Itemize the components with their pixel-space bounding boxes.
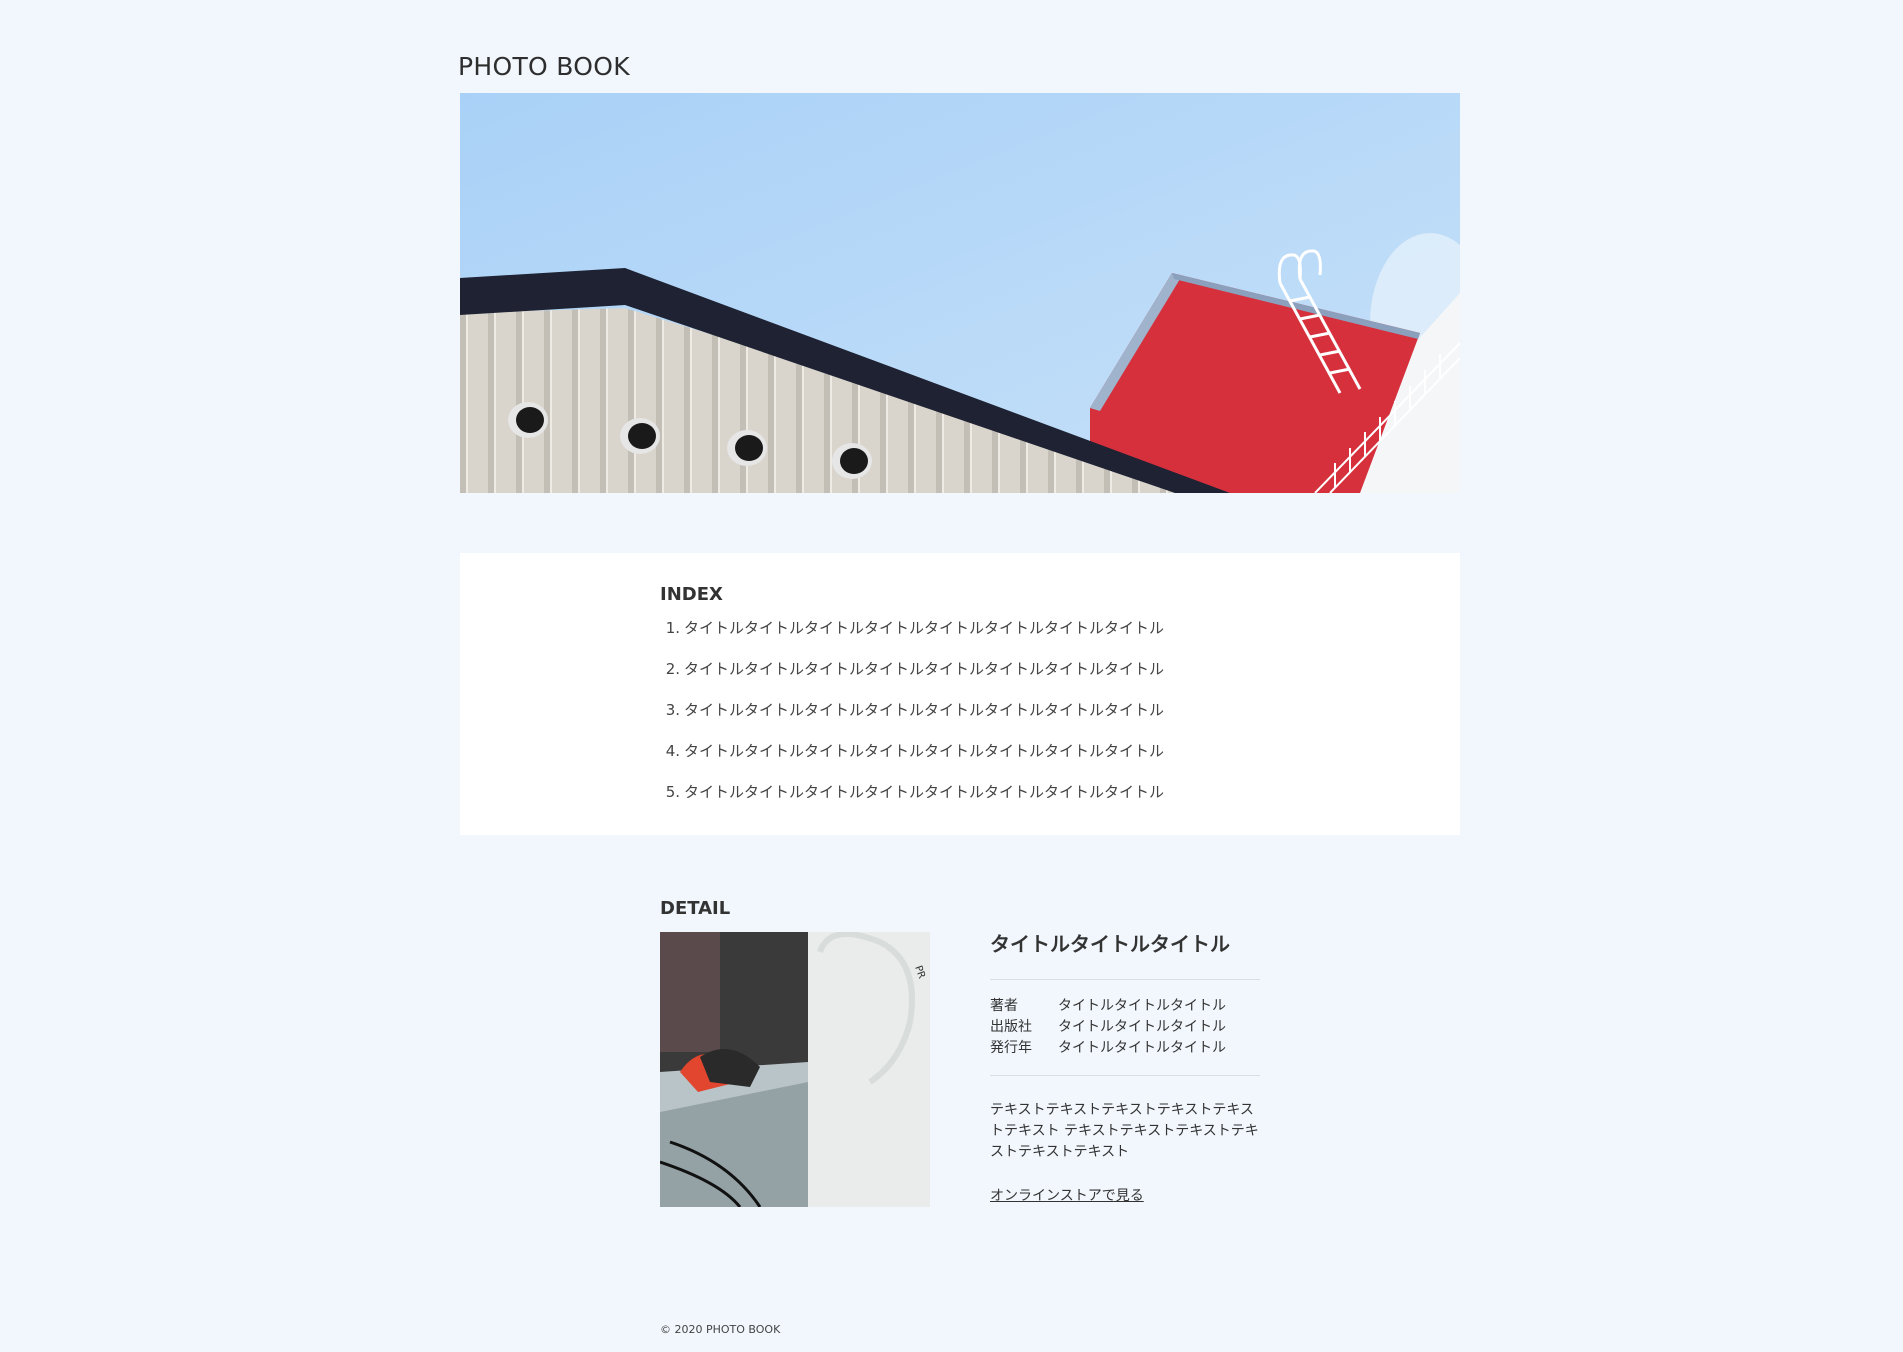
index-item-title: タイトルタイトルタイトルタイトルタイトルタイトルタイトルタイトル xyxy=(684,619,1165,637)
meta-value: タイトルタイトルタイトル xyxy=(1058,1040,1226,1056)
index-item-title: タイトルタイトルタイトルタイトルタイトルタイトルタイトルタイトル xyxy=(684,660,1165,678)
detail-heading: DETAIL xyxy=(660,898,731,919)
meta-row-publisher: 出版社 タイトルタイトルタイトル xyxy=(990,1017,1226,1038)
meta-value: タイトルタイトルタイトル xyxy=(1058,998,1226,1014)
meta-label: 著者 xyxy=(990,998,1018,1014)
index-item[interactable]: 2. タイトルタイトルタイトルタイトルタイトルタイトルタイトルタイトル xyxy=(660,660,1164,701)
book-meta: 著者 タイトルタイトルタイトル 出版社 タイトルタイトルタイトル 発行年 タイトルタイ… xyxy=(990,996,1226,1059)
online-store-link[interactable]: オンラインストアで見る xyxy=(990,1185,1144,1205)
meta-value: タイトルタイトルタイトル xyxy=(1058,1019,1226,1035)
copyright: © 2020 PHOTO BOOK xyxy=(660,1323,781,1336)
book-cover-image: PR xyxy=(660,932,930,1207)
index-item-number: 1. xyxy=(665,619,680,637)
divider xyxy=(990,1075,1260,1076)
book-description: テキストテキストテキストテキストテキストテキスト テキストテキストテキストテキス… xyxy=(990,1102,1259,1160)
index-item-title: タイトルタイトルタイトルタイトルタイトルタイトルタイトルタイトル xyxy=(684,701,1165,719)
site-title: PHOTO BOOK xyxy=(458,52,630,81)
index-item-number: 2. xyxy=(665,660,680,678)
index-item[interactable]: 3. タイトルタイトルタイトルタイトルタイトルタイトルタイトルタイトル xyxy=(660,701,1164,742)
index-section: INDEX 1. タイトルタイトルタイトルタイトルタイトルタイトルタイトルタイトル… xyxy=(460,553,1460,835)
divider xyxy=(990,979,1260,980)
meta-label: 発行年 xyxy=(990,1040,1032,1056)
index-item[interactable]: 5. タイトルタイトルタイトルタイトルタイトルタイトルタイトルタイトル xyxy=(660,783,1164,824)
meta-row-year: 発行年 タイトルタイトルタイトル xyxy=(990,1038,1226,1059)
index-item-number: 4. xyxy=(665,742,680,760)
index-list: 1. タイトルタイトルタイトルタイトルタイトルタイトルタイトルタイトル 2. タイト… xyxy=(660,619,1164,824)
hero-image xyxy=(460,93,1460,493)
meta-label: 出版社 xyxy=(990,1019,1032,1035)
meta-row-author: 著者 タイトルタイトルタイトル xyxy=(990,996,1226,1017)
index-item-title: タイトルタイトルタイトルタイトルタイトルタイトルタイトルタイトル xyxy=(684,742,1165,760)
index-item-number: 5. xyxy=(665,783,680,801)
index-item-title: タイトルタイトルタイトルタイトルタイトルタイトルタイトルタイトル xyxy=(684,783,1165,801)
index-heading: INDEX xyxy=(660,584,723,605)
book-title: タイトルタイトルタイトル xyxy=(990,932,1230,956)
index-item[interactable]: 1. タイトルタイトルタイトルタイトルタイトルタイトルタイトルタイトル xyxy=(660,619,1164,660)
book-detail-info: タイトルタイトルタイトル 著者 タイトルタイトルタイトル 出版社 タイトルタイトルタ… xyxy=(990,932,1260,1204)
index-item-number: 3. xyxy=(665,701,680,719)
index-item[interactable]: 4. タイトルタイトルタイトルタイトルタイトルタイトルタイトルタイトル xyxy=(660,742,1164,783)
